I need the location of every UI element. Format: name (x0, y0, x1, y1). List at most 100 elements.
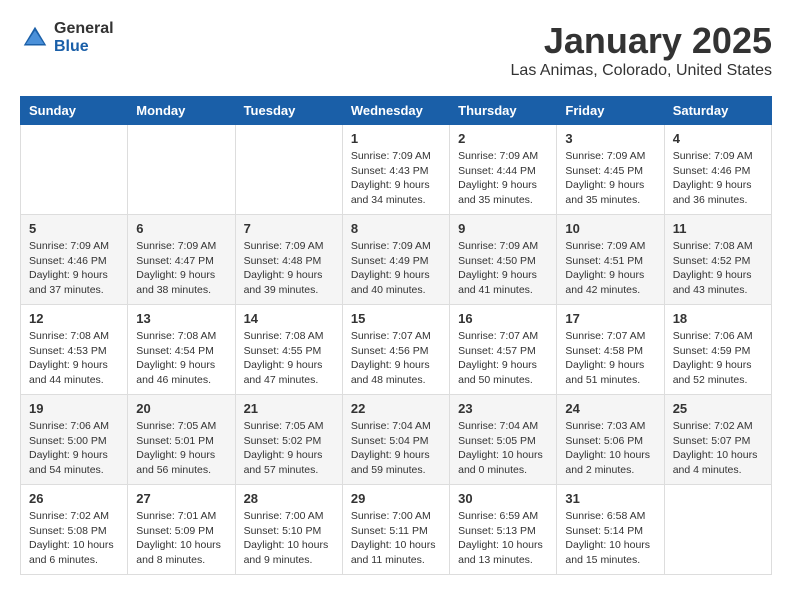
day-number: 10 (565, 221, 655, 236)
day-info: Sunrise: 7:09 AM Sunset: 4:49 PM Dayligh… (351, 239, 441, 298)
calendar-cell: 7Sunrise: 7:09 AM Sunset: 4:48 PM Daylig… (235, 215, 342, 305)
day-info: Sunrise: 7:08 AM Sunset: 4:54 PM Dayligh… (136, 329, 226, 388)
day-info: Sunrise: 7:05 AM Sunset: 5:02 PM Dayligh… (244, 419, 334, 478)
month-title: January 2025 (511, 20, 772, 62)
calendar-week-row: 19 Sunrise: 7:06 AM Sunset: 5:00 PM Dayli… (21, 395, 772, 485)
day-number: 19 (29, 401, 119, 416)
day-info: Sunrise: 7:09 AM Sunset: 4:46 PM Dayligh… (673, 149, 763, 208)
day-info: Sunrise: 7:00 AM Sunset: 5:10 PM Dayligh… (244, 509, 334, 568)
day-number: 22 (351, 401, 441, 416)
day-number: 3 (565, 131, 655, 146)
calendar-cell: 26 Sunrise: 7:02 AM Sunset: 5:08 PM Dayli… (21, 485, 128, 575)
calendar-header: SundayMondayTuesdayWednesdayThursdayFrid… (21, 97, 772, 125)
weekday-row: SundayMondayTuesdayWednesdayThursdayFrid… (21, 97, 772, 125)
day-number: 18 (673, 311, 763, 326)
calendar-cell: 11 Sunrise: 7:08 AM Sunset: 4:52 PM Dayli… (664, 215, 771, 305)
day-number: 9 (458, 221, 548, 236)
day-info: Sunrise: 7:09 AM Sunset: 4:44 PM Dayligh… (458, 149, 548, 208)
day-number: 6 (136, 221, 226, 236)
calendar-cell: 1 Sunrise: 7:09 AM Sunset: 4:43 PM Daylig… (342, 125, 449, 215)
day-number: 27 (136, 491, 226, 506)
day-info: Sunrise: 7:03 AM Sunset: 5:06 PM Dayligh… (565, 419, 655, 478)
calendar-cell: 2 Sunrise: 7:09 AM Sunset: 4:44 PM Daylig… (450, 125, 557, 215)
calendar-cell: 21Sunrise: 7:05 AM Sunset: 5:02 PM Dayli… (235, 395, 342, 485)
calendar-cell: 27 Sunrise: 7:01 AM Sunset: 5:09 PM Dayli… (128, 485, 235, 575)
logo-icon (20, 23, 50, 53)
title-section: January 2025 Las Animas, Colorado, Unite… (511, 20, 772, 80)
calendar-week-row: 12Sunrise: 7:08 AM Sunset: 4:53 PM Dayli… (21, 305, 772, 395)
day-number: 2 (458, 131, 548, 146)
calendar-cell: 9 Sunrise: 7:09 AM Sunset: 4:50 PM Daylig… (450, 215, 557, 305)
weekday-header: Friday (557, 97, 664, 125)
day-info: Sunrise: 7:02 AM Sunset: 5:08 PM Dayligh… (29, 509, 119, 568)
day-info: Sunrise: 6:59 AM Sunset: 5:13 PM Dayligh… (458, 509, 548, 568)
calendar-cell (128, 125, 235, 215)
logo-text: General Blue (54, 20, 114, 55)
day-info: Sunrise: 7:00 AM Sunset: 5:11 PM Dayligh… (351, 509, 441, 568)
calendar-cell: 25 Sunrise: 7:02 AM Sunset: 5:07 PM Dayli… (664, 395, 771, 485)
day-number: 29 (351, 491, 441, 506)
calendar-cell: 15 Sunrise: 7:07 AM Sunset: 4:56 PM Dayli… (342, 305, 449, 395)
day-info: Sunrise: 7:09 AM Sunset: 4:46 PM Dayligh… (29, 239, 119, 298)
day-info: Sunrise: 7:07 AM Sunset: 4:58 PM Dayligh… (565, 329, 655, 388)
day-number: 13 (136, 311, 226, 326)
logo-general: General (54, 20, 114, 38)
day-number: 14 (244, 311, 334, 326)
calendar-cell: 19 Sunrise: 7:06 AM Sunset: 5:00 PM Dayli… (21, 395, 128, 485)
calendar-week-row: 5 Sunrise: 7:09 AM Sunset: 4:46 PM Daylig… (21, 215, 772, 305)
calendar-cell: 12Sunrise: 7:08 AM Sunset: 4:53 PM Dayli… (21, 305, 128, 395)
day-info: Sunrise: 7:08 AM Sunset: 4:52 PM Dayligh… (673, 239, 763, 298)
day-info: Sunrise: 7:07 AM Sunset: 4:57 PM Dayligh… (458, 329, 548, 388)
day-info: Sunrise: 7:04 AM Sunset: 5:05 PM Dayligh… (458, 419, 548, 478)
day-info: Sunrise: 7:02 AM Sunset: 5:07 PM Dayligh… (673, 419, 763, 478)
day-number: 24 (565, 401, 655, 416)
calendar-week-row: 1 Sunrise: 7:09 AM Sunset: 4:43 PM Daylig… (21, 125, 772, 215)
calendar-week-row: 26 Sunrise: 7:02 AM Sunset: 5:08 PM Dayli… (21, 485, 772, 575)
calendar-cell (21, 125, 128, 215)
day-number: 25 (673, 401, 763, 416)
day-info: Sunrise: 7:06 AM Sunset: 5:00 PM Dayligh… (29, 419, 119, 478)
calendar: SundayMondayTuesdayWednesdayThursdayFrid… (20, 96, 772, 575)
logo-blue: Blue (54, 38, 114, 56)
page-header: General Blue January 2025 Las Animas, Co… (20, 20, 772, 80)
weekday-header: Saturday (664, 97, 771, 125)
day-info: Sunrise: 7:09 AM Sunset: 4:43 PM Dayligh… (351, 149, 441, 208)
day-number: 28 (244, 491, 334, 506)
day-number: 5 (29, 221, 119, 236)
day-info: Sunrise: 7:05 AM Sunset: 5:01 PM Dayligh… (136, 419, 226, 478)
calendar-cell: 22 Sunrise: 7:04 AM Sunset: 5:04 PM Dayli… (342, 395, 449, 485)
day-info: Sunrise: 7:01 AM Sunset: 5:09 PM Dayligh… (136, 509, 226, 568)
day-number: 20 (136, 401, 226, 416)
day-info: Sunrise: 7:08 AM Sunset: 4:53 PM Dayligh… (29, 329, 119, 388)
calendar-cell: 28 Sunrise: 7:00 AM Sunset: 5:10 PM Dayli… (235, 485, 342, 575)
calendar-cell: 23Sunrise: 7:04 AM Sunset: 5:05 PM Dayli… (450, 395, 557, 485)
calendar-cell (235, 125, 342, 215)
day-info: Sunrise: 7:09 AM Sunset: 4:48 PM Dayligh… (244, 239, 334, 298)
day-info: Sunrise: 7:07 AM Sunset: 4:56 PM Dayligh… (351, 329, 441, 388)
day-info: Sunrise: 7:09 AM Sunset: 4:50 PM Dayligh… (458, 239, 548, 298)
calendar-cell: 4 Sunrise: 7:09 AM Sunset: 4:46 PM Daylig… (664, 125, 771, 215)
weekday-header: Sunday (21, 97, 128, 125)
day-number: 11 (673, 221, 763, 236)
weekday-header: Monday (128, 97, 235, 125)
day-number: 17 (565, 311, 655, 326)
day-number: 16 (458, 311, 548, 326)
calendar-cell: 6Sunrise: 7:09 AM Sunset: 4:47 PM Daylig… (128, 215, 235, 305)
day-number: 8 (351, 221, 441, 236)
calendar-cell: 3Sunrise: 7:09 AM Sunset: 4:45 PM Daylig… (557, 125, 664, 215)
day-number: 26 (29, 491, 119, 506)
day-number: 4 (673, 131, 763, 146)
day-info: Sunrise: 7:04 AM Sunset: 5:04 PM Dayligh… (351, 419, 441, 478)
calendar-cell: 16 Sunrise: 7:07 AM Sunset: 4:57 PM Dayli… (450, 305, 557, 395)
day-number: 1 (351, 131, 441, 146)
calendar-cell: 18 Sunrise: 7:06 AM Sunset: 4:59 PM Dayli… (664, 305, 771, 395)
day-info: Sunrise: 7:08 AM Sunset: 4:55 PM Dayligh… (244, 329, 334, 388)
calendar-cell: 5 Sunrise: 7:09 AM Sunset: 4:46 PM Daylig… (21, 215, 128, 305)
calendar-cell: 30Sunrise: 6:59 AM Sunset: 5:13 PM Dayli… (450, 485, 557, 575)
day-number: 31 (565, 491, 655, 506)
day-info: Sunrise: 7:06 AM Sunset: 4:59 PM Dayligh… (673, 329, 763, 388)
location-title: Las Animas, Colorado, United States (511, 62, 772, 80)
calendar-cell: 14 Sunrise: 7:08 AM Sunset: 4:55 PM Dayli… (235, 305, 342, 395)
calendar-cell: 13 Sunrise: 7:08 AM Sunset: 4:54 PM Dayli… (128, 305, 235, 395)
day-number: 15 (351, 311, 441, 326)
